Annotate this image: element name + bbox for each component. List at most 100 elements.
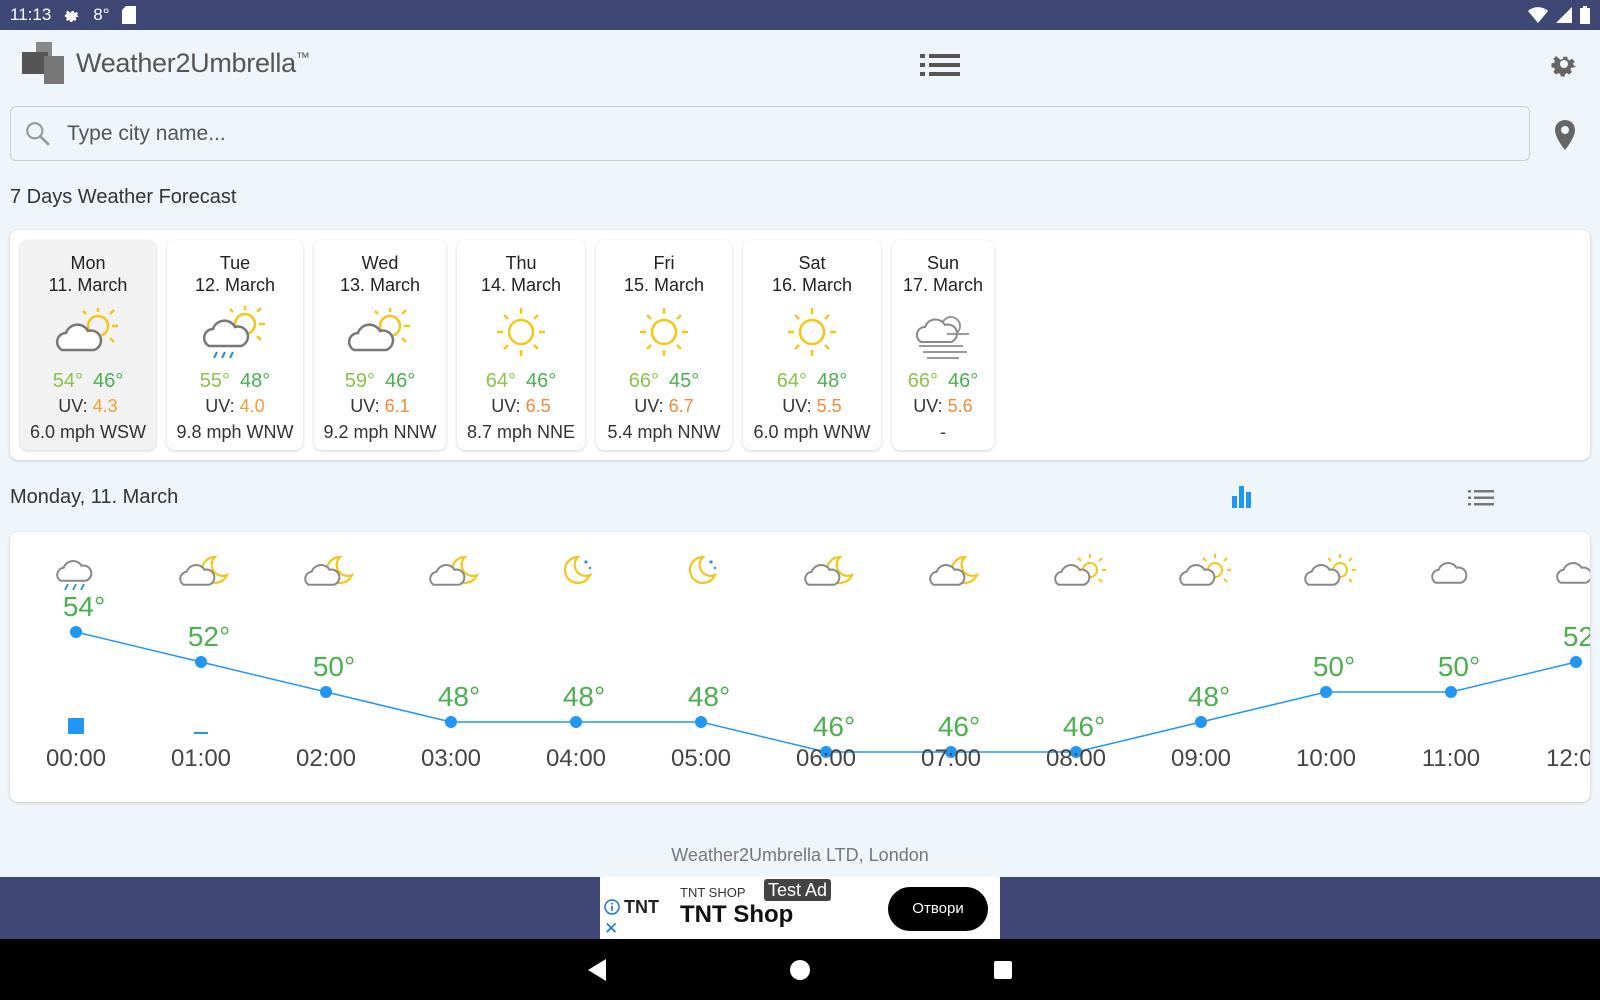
settings-gear-icon[interactable] xyxy=(1548,48,1580,80)
city-search-input[interactable] xyxy=(67,121,1467,146)
day-date: 16. March xyxy=(771,275,853,295)
close-icon[interactable]: ✕ xyxy=(604,919,618,939)
ad-banner[interactable]: ✕ TNT TNT SHOP TNT Shop Test Ad Отвори xyxy=(600,877,1000,939)
hour-time-label: 01:00 xyxy=(171,745,231,772)
day-uv: UV: 6.7 xyxy=(634,396,694,416)
status-bar: 11:13 8° xyxy=(0,0,1600,30)
sun-icon xyxy=(497,308,545,356)
day-uv: UV: 6.1 xyxy=(350,396,410,416)
recents-icon[interactable] xyxy=(990,957,1016,983)
cloud-moon-icon xyxy=(429,555,480,586)
hourly-date-title: Monday, 11. March xyxy=(10,486,179,508)
day-wind: 5.4 mph NNW xyxy=(607,422,721,442)
forecast-panel: Mon 11. March 54° 46° UV: 4.3 6.0 mph WSW… xyxy=(10,230,1590,460)
wifi-icon xyxy=(1528,7,1548,23)
test-ad-badge: Test Ad xyxy=(764,879,832,901)
map-pin-icon[interactable] xyxy=(1552,120,1578,150)
partly-cloudy-sun-icon xyxy=(55,308,118,352)
day-name: Mon xyxy=(70,253,106,273)
hour-temp-label: 50° xyxy=(313,651,355,682)
app-header: Weather2Umbrella™ xyxy=(0,30,1600,100)
hour-time-label: 06:00 xyxy=(796,745,856,772)
day-name: Sun xyxy=(926,253,960,273)
status-temperature: 8° xyxy=(93,5,110,24)
day-date: 17. March xyxy=(902,275,984,295)
day-date: 14. March xyxy=(480,275,562,295)
moon-stars-icon xyxy=(563,555,593,585)
day-date: 13. March xyxy=(339,275,421,295)
day-card-mon[interactable]: Mon 11. March 54° 46° UV: 4.3 6.0 mph WSW xyxy=(20,240,156,450)
partly-cloudy-sun-icon xyxy=(347,308,410,352)
cloud-sun-icon xyxy=(1054,554,1106,586)
hour-time-label: 03:00 xyxy=(421,745,481,772)
cloud-rain-icon xyxy=(56,560,93,591)
back-icon[interactable] xyxy=(584,957,610,983)
ad-bar: ✕ TNT TNT SHOP TNT Shop Test Ad Отвори xyxy=(0,877,1600,939)
precipitation-bar xyxy=(68,718,84,734)
hour-temp-label: 48° xyxy=(438,681,480,712)
day-card-sun[interactable]: Sun 17. March 66° 46° UV: 5.6 - xyxy=(892,240,994,450)
app-logo: Weather2Umbrella™ xyxy=(22,42,310,84)
hour-time-label: 02:00 xyxy=(296,745,356,772)
status-time: 11:13 xyxy=(10,5,52,24)
search-box xyxy=(10,106,1530,161)
day-name: Fri xyxy=(653,253,675,273)
hour-time-label: 08:00 xyxy=(1046,745,1106,772)
hour-temp-label: 50° xyxy=(1438,651,1480,682)
day-wind: 8.7 mph NNE xyxy=(466,422,576,442)
hour-temp-label: 48° xyxy=(688,681,730,712)
info-icon[interactable] xyxy=(604,899,620,915)
temperature-point xyxy=(695,716,707,728)
cloud-moon-icon xyxy=(804,555,855,586)
signal-icon xyxy=(1556,7,1572,23)
sd-card-icon xyxy=(121,6,136,24)
temperature-point xyxy=(1445,686,1457,698)
day-name: Tue xyxy=(219,253,251,273)
sun-icon xyxy=(788,308,836,356)
day-temps: 54° 46° xyxy=(52,370,124,392)
day-wind: 6.0 mph WSW xyxy=(29,422,147,442)
day-uv: UV: 4.0 xyxy=(205,396,265,416)
day-uv: UV: 4.3 xyxy=(58,396,118,416)
temperature-point xyxy=(195,656,207,668)
footer-text: Weather2Umbrella LTD, London xyxy=(671,845,929,865)
temperature-point xyxy=(1195,716,1207,728)
hour-temp-label: 46° xyxy=(1063,711,1105,742)
list-menu-icon[interactable] xyxy=(920,50,960,80)
hour-temp-label: 48° xyxy=(1188,681,1230,712)
day-wind: 6.0 mph WNW xyxy=(753,422,871,442)
bar-chart-icon[interactable] xyxy=(1230,484,1254,508)
app-title: Weather2Umbrella™ xyxy=(76,47,310,78)
hourly-temperature-chart: 54° 00:00 52° 01:00 50° 02:00 48° 03:00 48° 04:00… xyxy=(46,554,1590,772)
day-uv: UV: 5.6 xyxy=(913,396,973,416)
hour-time-label: 05:00 xyxy=(671,745,731,772)
cloud-sun-icon xyxy=(1179,554,1231,586)
hour-time-label: 00:00 xyxy=(46,745,106,772)
cloud-sun-rain-icon xyxy=(202,306,265,359)
day-card-wed[interactable]: Wed 13. March 59° 46° UV: 6.1 9.2 mph NNW xyxy=(314,240,446,450)
temperature-point xyxy=(320,686,332,698)
temperature-point xyxy=(570,716,582,728)
cloud-moon-icon xyxy=(929,555,980,586)
day-card-fri[interactable]: Fri 15. March 66° 45° UV: 6.7 5.4 mph NNW xyxy=(596,240,732,450)
gear-icon xyxy=(65,10,80,23)
day-date: 11. March xyxy=(48,275,128,295)
list-icon[interactable] xyxy=(1468,488,1494,508)
hour-temp-label: 54° xyxy=(63,591,105,622)
day-card-sat[interactable]: Sat 16. March 64° 48° UV: 5.5 6.0 mph WNW xyxy=(743,240,881,450)
hourly-chart-panel[interactable]: 54° 00:00 52° 01:00 50° 02:00 48° 03:00 48° 04:00… xyxy=(10,532,1590,802)
forecast-title: 7 Days Weather Forecast xyxy=(10,186,237,208)
day-card-tue[interactable]: Tue 12. March 55° 48° UV: 4.0 9.8 mph WNW xyxy=(167,240,303,450)
day-card-thu[interactable]: Thu 14. March 64° 46° UV: 6.5 8.7 mph NNE xyxy=(457,240,585,450)
ad-sponsor: TNT SHOP xyxy=(680,885,746,900)
day-temps: 66° 46° xyxy=(907,370,979,392)
temperature-point xyxy=(1570,656,1582,668)
ad-open-button[interactable]: Отвори xyxy=(888,887,988,931)
cloud-moon-icon xyxy=(304,555,355,586)
hour-time-label: 11:00 xyxy=(1422,745,1480,772)
cloud-sun-icon xyxy=(1304,554,1356,586)
home-icon[interactable] xyxy=(787,957,813,983)
day-name: Thu xyxy=(505,253,537,273)
day-temps: 64° 48° xyxy=(776,370,848,392)
temperature-point xyxy=(70,626,82,638)
